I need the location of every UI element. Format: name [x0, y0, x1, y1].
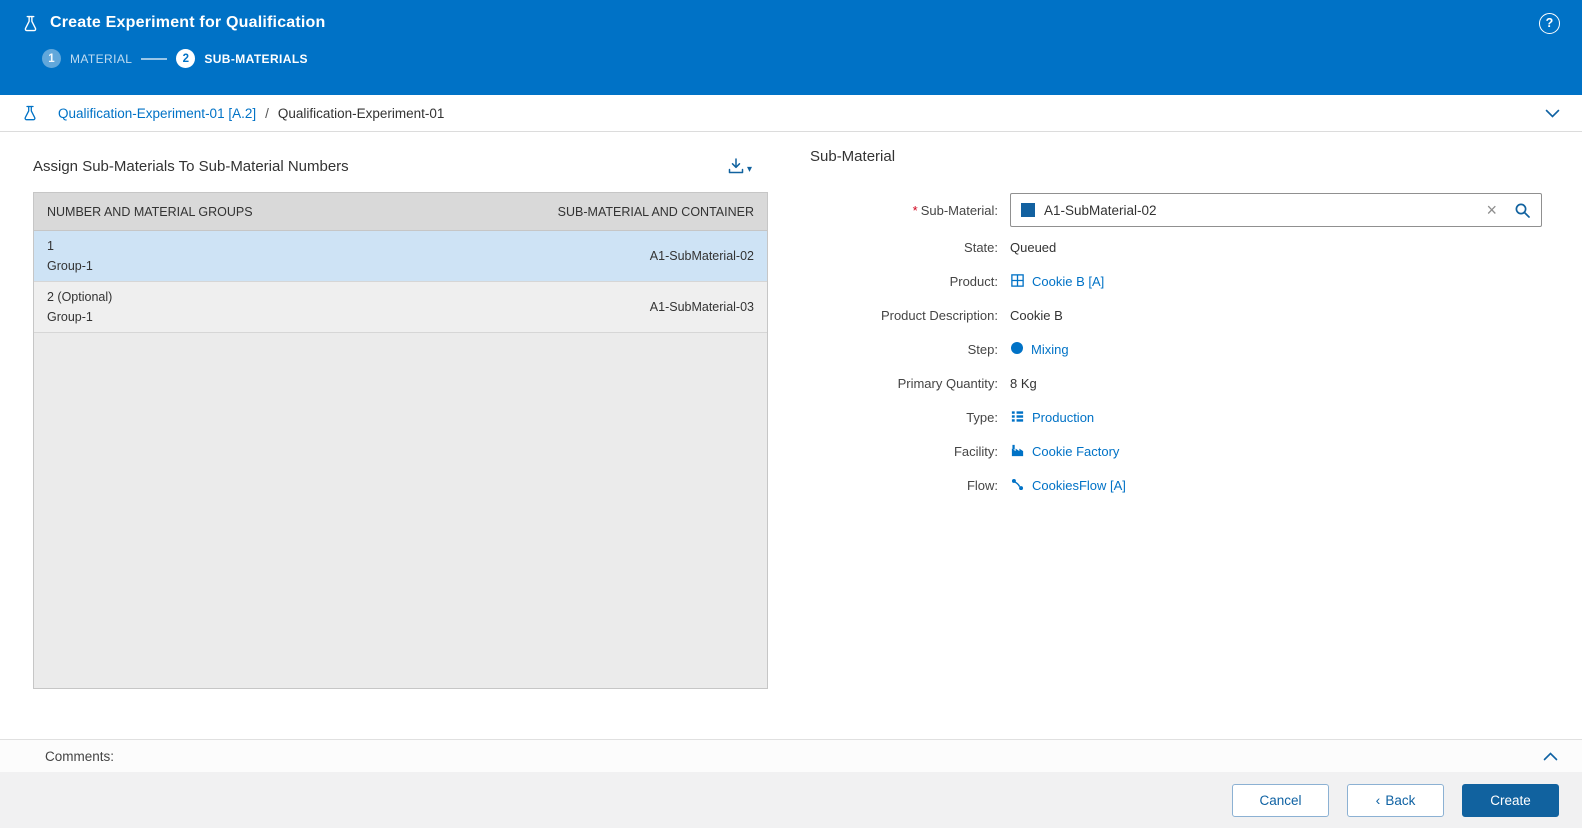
- create-button[interactable]: Create: [1462, 784, 1559, 817]
- field-type: Type: Production: [810, 407, 1552, 428]
- cancel-button[interactable]: Cancel: [1232, 784, 1329, 817]
- sub-materials-table: NUMBER AND MATERIAL GROUPS SUB-MATERIAL …: [33, 192, 768, 689]
- wizard-stepper: 1 MATERIAL 2 SUB-MATERIALS: [0, 49, 1582, 68]
- comments-label: Comments:: [45, 749, 114, 764]
- row-group: Group-1: [47, 307, 112, 327]
- facility-icon: [1010, 443, 1025, 461]
- sub-material-panel-title: Sub-Material: [810, 148, 1552, 165]
- field-primary-quantity: Primary Quantity: 8 Kg: [810, 373, 1552, 394]
- product-label: Product:: [810, 274, 1010, 289]
- column-header-sub-material: SUB-MATERIAL AND CONTAINER: [558, 205, 754, 219]
- step-label: Step:: [810, 342, 1010, 357]
- sub-material-label: *Sub-Material:: [810, 203, 1010, 218]
- app-header: Create Experiment for Qualification ? 1 …: [0, 0, 1582, 95]
- field-flow: Flow: CookiesFlow [A]: [810, 475, 1552, 496]
- table-empty-area: [34, 333, 767, 688]
- import-button[interactable]: ▾: [727, 157, 752, 175]
- flask-icon: [22, 105, 38, 121]
- facility-link[interactable]: Cookie Factory: [1032, 444, 1119, 459]
- help-button[interactable]: ?: [1539, 13, 1560, 34]
- chevron-left-icon: ‹: [1376, 792, 1381, 808]
- footer-actions: Cancel ‹Back Create: [0, 772, 1582, 828]
- flow-label: Flow:: [810, 478, 1010, 493]
- product-description-label: Product Description:: [810, 308, 1010, 323]
- main-content: Assign Sub-Materials To Sub-Material Num…: [0, 132, 1582, 739]
- page-title: Create Experiment for Qualification: [50, 14, 326, 32]
- sub-material-input-box: ×: [1010, 193, 1542, 227]
- field-product: Product: Cookie B [A]: [810, 271, 1552, 292]
- flow-link[interactable]: CookiesFlow [A]: [1032, 478, 1126, 493]
- search-icon[interactable]: [1510, 202, 1531, 219]
- table-header-row: NUMBER AND MATERIAL GROUPS SUB-MATERIAL …: [34, 193, 767, 231]
- sub-material-input[interactable]: [1044, 203, 1473, 218]
- header-top: Create Experiment for Qualification ?: [0, 0, 1582, 46]
- required-marker: *: [913, 203, 918, 218]
- breadcrumb-separator: /: [265, 106, 269, 121]
- table-row[interactable]: 1 Group-1 A1-SubMaterial-02: [34, 231, 767, 282]
- state-value: Queued: [1010, 240, 1056, 255]
- flask-icon: [22, 15, 39, 32]
- state-label: State:: [810, 240, 1010, 255]
- row-number: 1: [47, 236, 93, 256]
- row-number-group-cell: 2 (Optional) Group-1: [47, 287, 112, 327]
- assign-panel-header: Assign Sub-Materials To Sub-Material Num…: [33, 148, 768, 184]
- step-2-label: SUB-MATERIALS: [204, 52, 308, 66]
- product-description-value: Cookie B: [1010, 308, 1063, 323]
- field-product-description: Product Description: Cookie B: [810, 305, 1552, 326]
- row-sub-material: A1-SubMaterial-03: [650, 300, 754, 314]
- step-icon: [1010, 341, 1024, 358]
- chevron-down-icon[interactable]: [1545, 109, 1560, 118]
- help-icon: ?: [1546, 16, 1554, 30]
- row-sub-material: A1-SubMaterial-02: [650, 249, 754, 263]
- primary-quantity-label: Primary Quantity:: [810, 376, 1010, 391]
- sub-material-panel: Sub-Material *Sub-Material: × State: Que…: [810, 148, 1552, 739]
- comments-bar: Comments:: [0, 739, 1582, 772]
- breadcrumb-link[interactable]: Qualification-Experiment-01 [A.2]: [58, 106, 256, 121]
- step-sub-materials[interactable]: 2 SUB-MATERIALS: [176, 49, 308, 68]
- field-facility: Facility: Cookie Factory: [810, 441, 1552, 462]
- type-link[interactable]: Production: [1032, 410, 1094, 425]
- step-material[interactable]: 1 MATERIAL: [42, 49, 132, 68]
- breadcrumb: Qualification-Experiment-01 [A.2] / Qual…: [0, 95, 1582, 132]
- clear-icon[interactable]: ×: [1482, 203, 1501, 217]
- import-icon: [727, 157, 745, 175]
- step-connector: [141, 58, 167, 60]
- chevron-up-icon[interactable]: [1543, 752, 1558, 761]
- assign-panel: Assign Sub-Materials To Sub-Material Num…: [33, 148, 768, 739]
- breadcrumb-current: Qualification-Experiment-01: [278, 106, 445, 121]
- back-button[interactable]: ‹Back: [1347, 784, 1444, 817]
- flow-icon: [1010, 477, 1025, 495]
- step-2-circle: 2: [176, 49, 195, 68]
- caret-down-icon: ▾: [747, 165, 752, 175]
- field-sub-material: *Sub-Material: ×: [810, 193, 1552, 227]
- assign-panel-title: Assign Sub-Materials To Sub-Material Num…: [33, 158, 349, 175]
- product-icon: [1010, 273, 1025, 291]
- primary-quantity-value: 8 Kg: [1010, 376, 1037, 391]
- step-link[interactable]: Mixing: [1031, 342, 1069, 357]
- row-number-group-cell: 1 Group-1: [47, 236, 93, 276]
- step-1-label: MATERIAL: [70, 52, 132, 66]
- field-state: State: Queued: [810, 237, 1552, 258]
- product-link[interactable]: Cookie B [A]: [1032, 274, 1104, 289]
- column-header-number-groups: NUMBER AND MATERIAL GROUPS: [47, 205, 253, 219]
- type-icon: [1010, 409, 1025, 427]
- row-group: Group-1: [47, 256, 93, 276]
- step-1-circle: 1: [42, 49, 61, 68]
- type-label: Type:: [810, 410, 1010, 425]
- field-step: Step: Mixing: [810, 339, 1552, 360]
- facility-label: Facility:: [810, 444, 1010, 459]
- material-icon: [1021, 203, 1035, 217]
- row-number: 2 (Optional): [47, 287, 112, 307]
- table-row[interactable]: 2 (Optional) Group-1 A1-SubMaterial-03: [34, 282, 767, 333]
